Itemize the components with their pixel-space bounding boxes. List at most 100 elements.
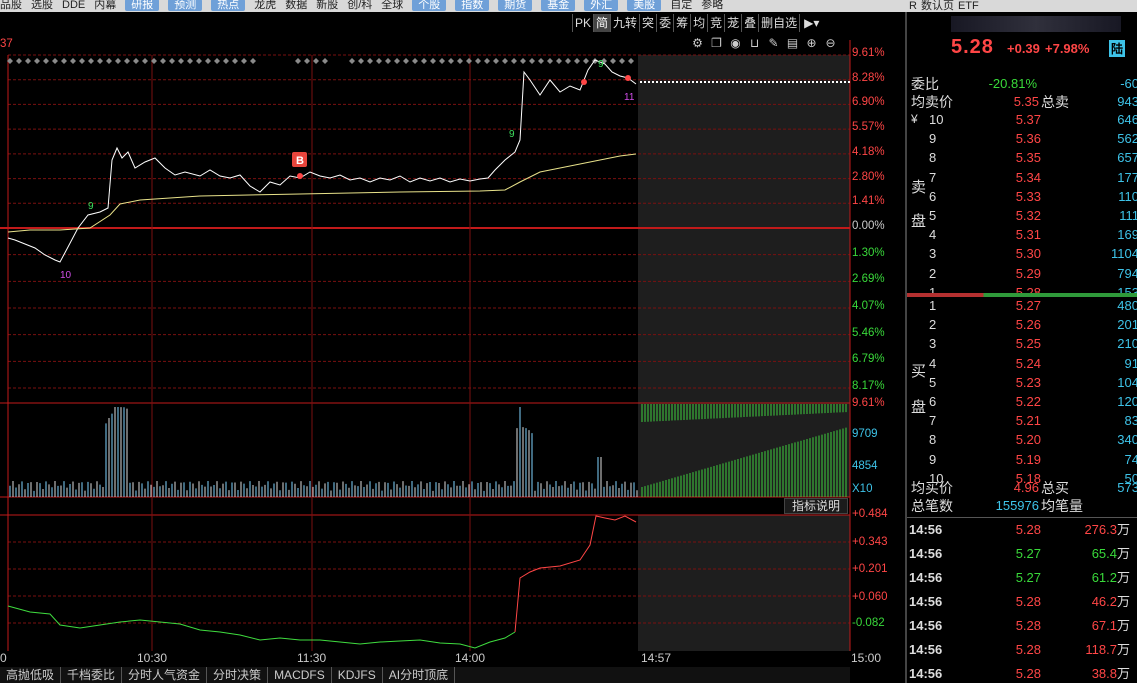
buy-side-label-1: 买 — [911, 363, 927, 380]
price-axis-label: 2.80% — [852, 170, 885, 183]
eye-icon[interactable]: ◉ — [728, 36, 743, 50]
sell-level-row[interactable]: 9 5.36 562 — [907, 129, 1137, 149]
buy-level-row[interactable]: 1 5.27 480 — [907, 296, 1137, 316]
event-diamond — [232, 58, 238, 64]
price-axis-label: 4.07% — [852, 300, 885, 312]
volume-axis-label: 4854 — [852, 460, 878, 472]
level-volume: 169 — [1117, 227, 1137, 243]
level-price: 5.22 — [1015, 394, 1041, 409]
chart-tab[interactable]: 竞 — [707, 14, 724, 32]
level-volume: 111 — [1119, 208, 1137, 223]
chart-tab[interactable]: 均 — [690, 14, 707, 32]
level-number: 7 — [929, 169, 937, 185]
tick-time: 14:56 — [909, 522, 943, 537]
level-price: 5.24 — [1015, 355, 1041, 371]
bottom-tab[interactable]: KDJFS — [332, 667, 383, 683]
edit-icon[interactable]: ✎ — [766, 36, 781, 50]
quote-price: 5.28 — [951, 36, 994, 58]
chart-tab[interactable]: 委 — [656, 14, 673, 32]
price-axis-label: 5.57% — [852, 121, 885, 134]
event-diamond — [385, 58, 391, 64]
sell-level-row[interactable]: 3 5.30 1104 — [907, 244, 1137, 264]
level-price: 5.37 — [1015, 112, 1041, 127]
nav-right-item[interactable]: ETF — [958, 0, 979, 12]
event-diamond — [628, 58, 634, 64]
event-diamond — [88, 58, 94, 64]
nav-right-item[interactable]: 数认页 — [921, 0, 954, 12]
event-diamond — [52, 58, 58, 64]
buy-level-row[interactable]: 4 5.24 91 — [907, 354, 1137, 374]
buy-level-row[interactable]: 8 5.20 340 — [907, 430, 1137, 450]
total-trades-row: 总笔数 155976 均笔量 — [911, 498, 1083, 514]
sell-level-row[interactable]: 8 5.35 657 — [907, 148, 1137, 168]
chart-tab[interactable]: 简 — [593, 14, 611, 32]
level-volume: 210 — [1117, 336, 1137, 352]
sell-level-row[interactable]: 5 5.32 111 — [907, 206, 1137, 226]
sell-level-row[interactable]: 4 5.31 169 — [907, 225, 1137, 245]
table-icon[interactable]: ▤ — [785, 36, 800, 50]
chart-tab[interactable]: PK — [572, 14, 593, 32]
bottom-tab[interactable]: AI分时顶底 — [383, 667, 456, 683]
expand-icon[interactable]: ▶▾ — [799, 14, 823, 32]
chart-tab[interactable]: 突 — [639, 14, 656, 32]
future-region-shade — [638, 55, 850, 497]
bottom-tab[interactable]: 分时决策 — [207, 667, 269, 683]
sell-level-row[interactable]: 6 5.33 110 — [907, 187, 1137, 207]
price-axis-label: 8.17% — [852, 380, 885, 392]
level-volume: 794 — [1117, 265, 1137, 281]
intraday-chart[interactable]: 9 9 9 10 11 B — [0, 0, 905, 683]
nav-right-item[interactable]: R — [909, 0, 917, 12]
buy-level-row[interactable]: 3 5.25 210 — [907, 334, 1137, 354]
level-price: 5.32 — [1015, 208, 1041, 223]
level-number: 8 — [929, 150, 937, 166]
indicator-help-button[interactable]: 指标说明 — [784, 498, 848, 514]
buy-level-row[interactable]: 5 5.23 104 — [907, 373, 1137, 393]
buy-level-row[interactable]: 6 5.22 120 — [907, 392, 1137, 412]
tick-row: 14:56 5.27 61.2 万 — [907, 566, 1137, 590]
basket-icon[interactable]: ⊔ — [747, 36, 762, 50]
buy-level-row[interactable]: 7 5.21 83 — [907, 411, 1137, 431]
buy-level-row[interactable]: 9 5.19 74 — [907, 450, 1137, 470]
level-volume: 177 — [1117, 169, 1137, 185]
copy-icon[interactable]: ❐ — [709, 36, 724, 50]
sell-level-row[interactable]: 2 5.29 794 — [907, 264, 1137, 284]
bottom-tab[interactable]: 千档委比 — [61, 667, 123, 683]
bottom-tab[interactable]: MACDFS — [268, 667, 332, 683]
chart-tab[interactable]: 九转 — [610, 14, 639, 32]
event-diamond — [574, 58, 580, 64]
zoom-out-icon[interactable]: ⊖ — [823, 36, 838, 50]
sell-level-row[interactable]: 7 5.34 177 — [907, 168, 1137, 188]
event-diamond — [196, 58, 202, 64]
level-number: 4 — [929, 355, 937, 371]
bottom-indicator-tabs: 高抛低吸 千档委比 分时人气资金 分时决策 MACDFS KDJFS AI分时顶底 — [0, 667, 850, 683]
tick-unit: 万 — [1117, 642, 1131, 657]
event-diamond — [142, 58, 148, 64]
level-price: 5.29 — [1015, 265, 1041, 281]
intraday-chart-area: 9 9 9 10 11 B 9.61% 8.28% 6.90% 5.57% 4.18% 2.80% 1… — [0, 0, 905, 683]
buy-level-row[interactable]: 2 5.26 201 — [907, 315, 1137, 335]
level-price: 5.27 — [1015, 298, 1041, 313]
tick-volume: 67.1 — [1091, 618, 1117, 633]
level-number: 7 — [929, 413, 937, 429]
tick-volume: 38.8 — [1091, 666, 1117, 681]
zoom-in-icon[interactable]: ⊕ — [804, 36, 819, 50]
event-diamond — [511, 58, 517, 64]
level-volume: 646 — [1117, 112, 1137, 127]
level-volume: 1104 — [1111, 246, 1137, 262]
tick-unit: 万 — [1117, 618, 1131, 633]
tick-row: 14:56 5.28 67.1 万 — [907, 614, 1137, 638]
level-volume: 201 — [1117, 317, 1137, 333]
chart-tab[interactable]: 叠 — [741, 14, 758, 32]
sell-level-row[interactable]: 10 5.37 646 — [907, 110, 1137, 130]
bottom-tab[interactable]: 高抛低吸 — [0, 667, 62, 683]
event-diamond — [241, 58, 247, 64]
chart-tab[interactable]: 筹 — [673, 14, 690, 32]
gear-icon[interactable]: ⚙ — [690, 36, 705, 50]
event-diamond — [619, 58, 625, 64]
chart-tab[interactable]: 删自选 — [758, 14, 799, 32]
chart-toolbar-tabs: PK 简九转突委筹均竞茏叠删自选 ▶▾ — [572, 14, 823, 32]
bottom-tab[interactable]: 分时人气资金 — [122, 667, 208, 683]
tick-price: 5.27 — [1015, 546, 1041, 561]
chart-tab[interactable]: 茏 — [724, 14, 741, 32]
event-diamond — [250, 58, 256, 64]
